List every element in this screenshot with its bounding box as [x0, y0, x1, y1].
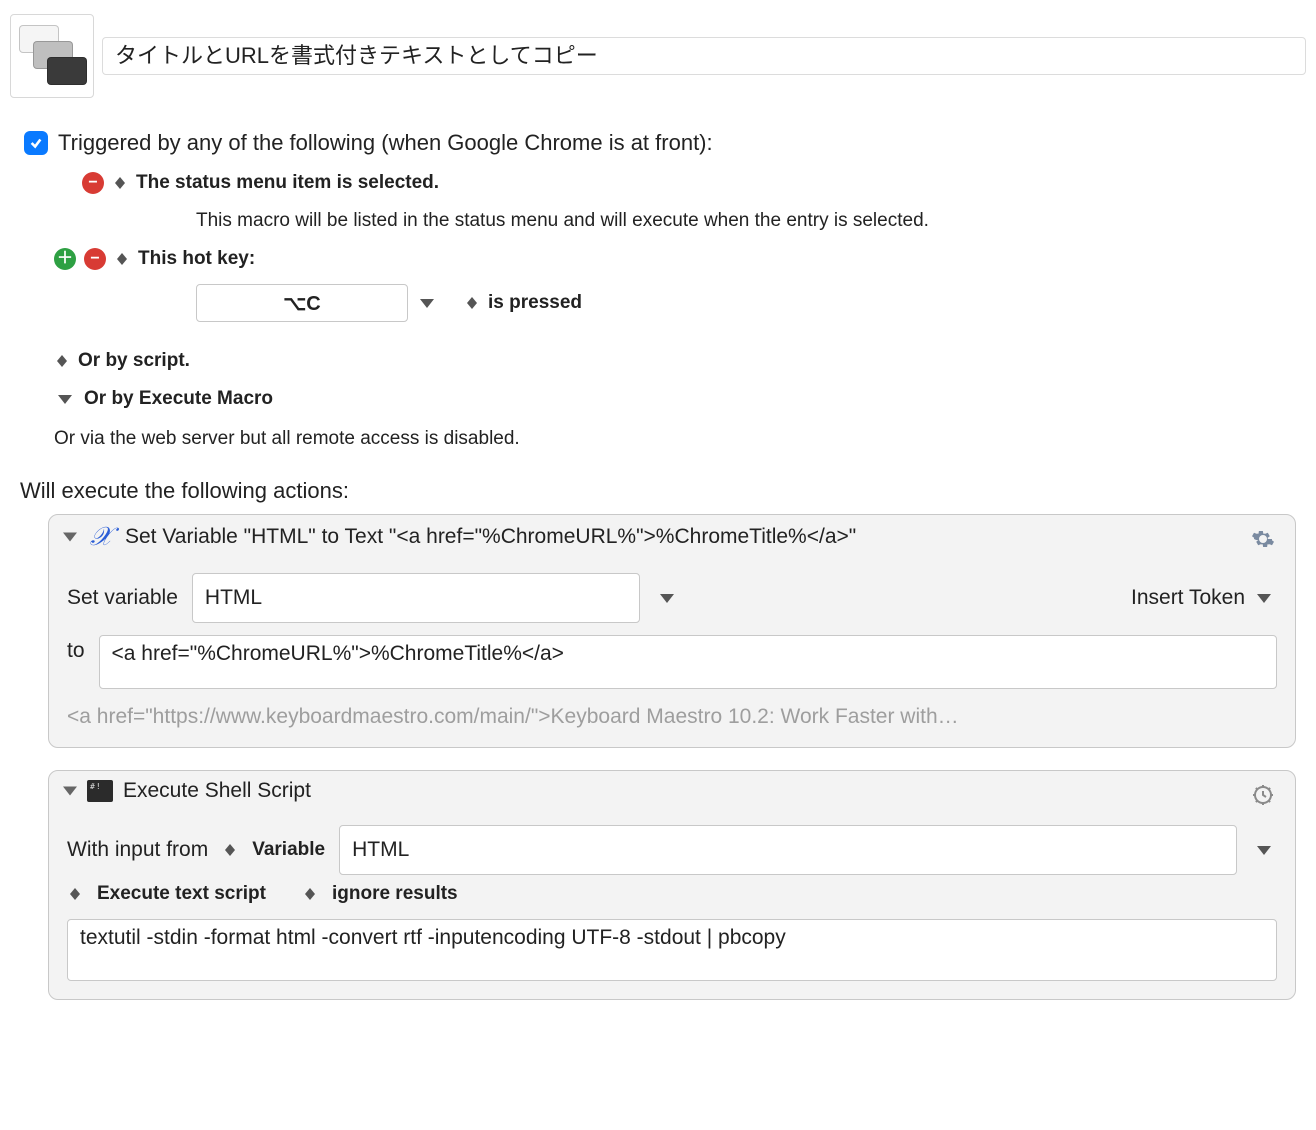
remove-hotkey-trigger-button[interactable]: − [84, 248, 106, 270]
set-variable-value-input[interactable]: <a href="%ChromeURL%">%ChromeTitle%</a> [99, 635, 1277, 689]
hotkey-menu-button[interactable] [416, 299, 438, 308]
terminal-icon [87, 780, 113, 802]
set-variable-name-input[interactable]: HTML [192, 573, 641, 623]
trigger-row-hotkey: ＋ − This hot key: [10, 248, 1306, 270]
action-set-variable-body: Set variable HTML Insert Token to <a hre… [49, 559, 1295, 747]
action-disclosure-icon[interactable] [63, 786, 77, 796]
triggers-header-text: Triggered by any of the following (when … [58, 130, 713, 156]
shell-input-variable-menu[interactable] [1251, 846, 1277, 855]
set-variable-value-row: to <a href="%ChromeURL%">%ChromeTitle%</… [67, 631, 1277, 689]
action-shell-header: Execute Shell Script [49, 771, 1295, 811]
hotkey-trigger-type-stepper[interactable] [114, 248, 130, 270]
shell-mode-row: Execute text script ignore results [67, 883, 1277, 905]
shell-result-mode-label: ignore results [332, 883, 458, 905]
or-by-script-stepper[interactable] [54, 350, 70, 372]
shell-result-mode-stepper[interactable] [302, 883, 318, 905]
trigger-hotkey-config: ⌥C is pressed [10, 284, 1306, 322]
hotkey-state-label: is pressed [488, 292, 582, 314]
macro-title-input[interactable]: タイトルとURLを書式付きテキストとしてコピー [102, 37, 1306, 75]
shell-input-source-label: Variable [252, 839, 325, 861]
shell-input-row: With input from Variable HTML [67, 825, 1277, 875]
action-options-gear-icon[interactable] [1249, 525, 1277, 553]
variable-icon: 𝒳 [87, 523, 115, 551]
trigger-type-stepper[interactable] [112, 172, 128, 194]
or-by-execute-macro-label: Or by Execute Macro [84, 388, 273, 410]
or-by-script-label: Or by script. [78, 350, 190, 372]
shell-with-input-label: With input from [67, 838, 208, 862]
set-variable-name-menu[interactable] [654, 594, 680, 603]
or-by-execute-macro-row: Or by Execute Macro [10, 388, 1306, 410]
hotkey-field[interactable]: ⌥C [196, 284, 408, 322]
action-shell-title: Execute Shell Script [123, 779, 311, 803]
remote-access-text: Or via the web server but all remote acc… [54, 428, 520, 450]
hotkey-state-stepper[interactable] [464, 292, 480, 314]
macro-type-icon [10, 14, 94, 98]
shell-exec-mode-label: Execute text script [97, 883, 266, 905]
triggers-header-row: Triggered by any of the following (when … [10, 130, 1306, 156]
action-disclosure-icon[interactable] [63, 532, 77, 542]
or-by-script-row: Or by script. [10, 350, 1306, 372]
shell-script-input[interactable]: textutil -stdin -format html -convert rt… [67, 919, 1277, 981]
trigger-row-status-menu: − The status menu item is selected. [10, 172, 1306, 194]
actions-header: Will execute the following actions: [10, 478, 1306, 504]
shell-exec-mode-stepper[interactable] [67, 883, 83, 905]
trigger-status-menu-explain-text: This macro will be listed in the status … [196, 210, 929, 232]
trigger-status-menu-explain: This macro will be listed in the status … [10, 210, 1306, 232]
action-set-variable-title: Set Variable "HTML" to Text "<a href="%C… [125, 525, 856, 549]
remote-access-row: Or via the web server but all remote acc… [10, 428, 1306, 450]
set-variable-name-row: Set variable HTML Insert Token [67, 573, 1277, 623]
action-options-gear-icon[interactable] [1249, 781, 1277, 809]
action-card-set-variable[interactable]: 𝒳 Set Variable "HTML" to Text "<a href="… [48, 514, 1296, 748]
shell-input-source-stepper[interactable] [222, 839, 238, 861]
triggers-enabled-checkbox[interactable] [24, 131, 48, 155]
insert-token-label: Insert Token [1131, 586, 1245, 610]
remove-trigger-button[interactable]: − [82, 172, 104, 194]
chevron-down-icon [1251, 594, 1277, 603]
action-shell-body: With input from Variable HTML Execute te… [49, 811, 1295, 999]
insert-token-menu[interactable]: Insert Token [1131, 586, 1277, 610]
add-trigger-button[interactable]: ＋ [54, 248, 76, 270]
action-card-shell-script[interactable]: Execute Shell Script With input from Var… [48, 770, 1296, 1000]
trigger-hotkey-label: This hot key: [138, 248, 255, 270]
macro-header: タイトルとURLを書式付きテキストとしてコピー [10, 14, 1306, 98]
set-variable-label: Set variable [67, 586, 178, 610]
set-variable-to-label: to [67, 631, 85, 663]
trigger-status-menu-label: The status menu item is selected. [136, 172, 439, 194]
shell-input-variable-input[interactable]: HTML [339, 825, 1237, 875]
set-variable-preview: <a href="https://www.keyboardmaestro.com… [67, 705, 1277, 729]
triggers-section: Triggered by any of the following (when … [10, 130, 1306, 450]
or-by-execute-macro-disclosure[interactable] [54, 395, 76, 404]
action-set-variable-header: 𝒳 Set Variable "HTML" to Text "<a href="… [49, 515, 1295, 559]
